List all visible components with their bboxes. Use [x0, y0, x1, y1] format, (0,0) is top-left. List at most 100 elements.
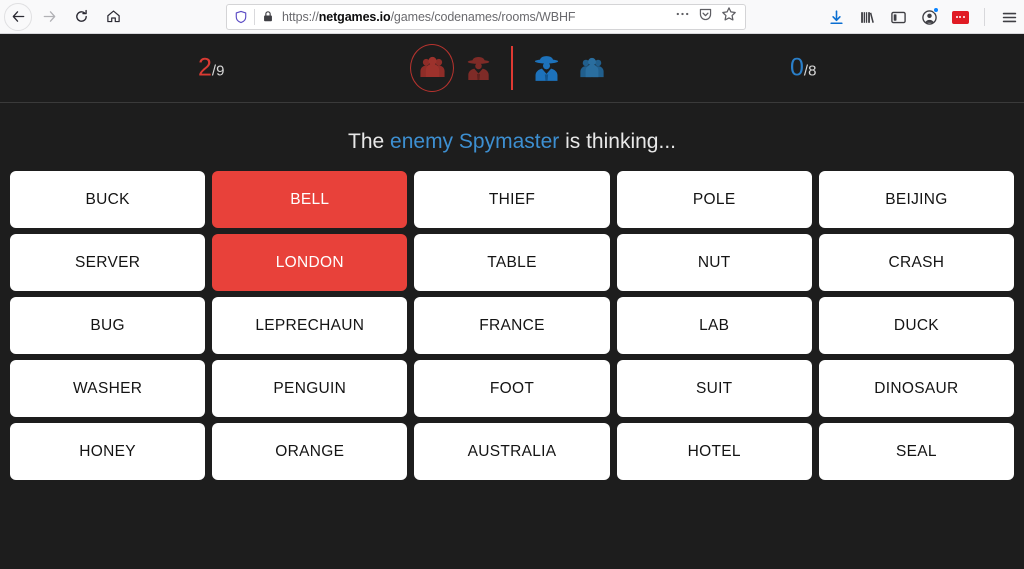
- prompt-suffix: is thinking...: [559, 130, 676, 153]
- extension-dots-icon[interactable]: [951, 8, 969, 26]
- codename-card[interactable]: LAB: [616, 297, 812, 354]
- account-notification-badge: [933, 7, 939, 13]
- codename-card-word: FRANCE: [479, 316, 545, 334]
- codename-card[interactable]: BUG: [10, 297, 206, 354]
- prompt-prefix: The: [348, 130, 391, 153]
- game-status-bar: 2/9 0/8: [0, 34, 1024, 103]
- red-operatives-group-icon: [419, 56, 445, 77]
- codename-card[interactable]: BEIJING: [818, 171, 1014, 228]
- turn-status-message: The enemy Spymaster is thinking...: [0, 130, 1024, 154]
- codename-card[interactable]: TABLE: [414, 234, 610, 291]
- url-protocol: https://: [282, 9, 319, 24]
- browser-toolbar-actions: [827, 0, 1018, 34]
- red-score-value: 2: [198, 53, 212, 82]
- codename-card-word: AUSTRALIA: [467, 442, 557, 460]
- navigation-buttons: [0, 2, 128, 31]
- tracking-protection-shield-icon[interactable]: [233, 9, 248, 24]
- codename-card[interactable]: DINOSAUR: [818, 360, 1014, 417]
- codename-card[interactable]: SERVER: [10, 234, 206, 291]
- hamburger-menu-icon[interactable]: [1000, 8, 1018, 26]
- reload-arrow-icon: [75, 9, 87, 22]
- codename-card-word: DINOSAUR: [874, 379, 959, 397]
- toolbar-divider: [984, 8, 985, 26]
- blue-operatives-role[interactable]: [569, 45, 615, 91]
- codename-card[interactable]: SEAL: [818, 423, 1014, 480]
- address-bar[interactable]: https://netgames.io/games/codenames/room…: [226, 3, 746, 30]
- back-arrow-icon: [12, 11, 24, 22]
- codename-card[interactable]: SUIT: [616, 360, 812, 417]
- codename-card[interactable]: AUSTRALIA: [414, 423, 610, 480]
- codename-card-word: POLE: [692, 190, 736, 208]
- pocket-shield-icon[interactable]: [698, 7, 713, 27]
- ellipsis-icon[interactable]: [675, 7, 690, 26]
- codename-card[interactable]: HOTEL: [616, 423, 812, 480]
- home-button[interactable]: [98, 3, 128, 31]
- codename-card-word: CRASH: [888, 253, 945, 271]
- red-team-score: 2/9: [198, 54, 224, 83]
- codename-card[interactable]: PENGUIN: [212, 360, 408, 417]
- codename-card-word: FOOT: [489, 379, 535, 397]
- turn-role-indicators: [409, 45, 615, 91]
- codename-card[interactable]: FOOT: [414, 360, 610, 417]
- codename-card-word: THIEF: [488, 190, 536, 208]
- blue-spymaster-spy-icon: [534, 55, 558, 81]
- codename-card-word: LAB: [699, 316, 730, 334]
- codename-card-word: BEIJING: [885, 190, 948, 208]
- codename-card-word: HOTEL: [687, 442, 741, 460]
- codename-card-word: ORANGE: [275, 442, 345, 460]
- blue-spymaster-role[interactable]: [523, 45, 569, 91]
- blue-score-total: 8: [808, 62, 817, 80]
- codenames-card-grid: BUCK BELL THIEF POLE BEIJING SERVER LONDON TABL…: [10, 171, 1014, 480]
- codename-card[interactable]: LEPRECHAUN: [212, 297, 408, 354]
- codename-card[interactable]: LONDON: [212, 234, 408, 291]
- codename-card[interactable]: CRASH: [818, 234, 1014, 291]
- codename-card[interactable]: HONEY: [10, 423, 206, 480]
- prompt-highlight: enemy Spymaster: [390, 130, 560, 153]
- codename-card[interactable]: DUCK: [818, 297, 1014, 354]
- codename-card[interactable]: NUT: [616, 234, 812, 291]
- url-text[interactable]: https://netgames.io/games/codenames/room…: [280, 10, 669, 24]
- codename-card-word: WASHER: [72, 379, 143, 397]
- address-bar-divider: [254, 8, 255, 25]
- account-avatar-icon[interactable]: [920, 7, 939, 26]
- red-score-total: 9: [216, 62, 225, 80]
- codename-card-word: BELL: [290, 190, 330, 208]
- red-spymaster-spy-icon: [467, 56, 489, 80]
- blue-operatives-group-icon: [580, 57, 604, 77]
- library-books-icon[interactable]: [858, 8, 876, 26]
- blue-score-value: 0: [790, 53, 804, 82]
- back-button[interactable]: [4, 2, 32, 31]
- sidebar-panel-icon[interactable]: [889, 8, 907, 26]
- red-operatives-role[interactable]: [409, 45, 455, 91]
- codename-card-word: LONDON: [275, 253, 344, 271]
- codename-card-word: SERVER: [74, 253, 141, 271]
- address-bar-actions: [675, 6, 739, 27]
- codename-card-word: BUG: [90, 316, 125, 334]
- forward-arrow-icon: [43, 11, 55, 22]
- reload-button[interactable]: [66, 3, 96, 31]
- codename-card-word: NUT: [697, 253, 731, 271]
- forward-button[interactable]: [34, 3, 64, 31]
- codename-card-word: HONEY: [79, 442, 136, 460]
- codename-card-word: SUIT: [695, 379, 733, 397]
- codename-card-word: TABLE: [487, 253, 537, 271]
- download-arrow-icon[interactable]: [827, 8, 845, 26]
- red-spymaster-role[interactable]: [455, 45, 501, 91]
- codename-card-word: DUCK: [893, 316, 939, 334]
- turn-divider: [511, 46, 513, 90]
- codename-card[interactable]: BUCK: [10, 171, 206, 228]
- url-domain: netgames.io: [318, 9, 391, 24]
- star-bookmark-icon[interactable]: [721, 6, 737, 27]
- padlock-secure-icon[interactable]: [261, 10, 274, 24]
- codename-card[interactable]: BELL: [212, 171, 408, 228]
- codename-card[interactable]: WASHER: [10, 360, 206, 417]
- url-path: /games/codenames/rooms/WBHF: [390, 9, 576, 24]
- codename-card[interactable]: ORANGE: [212, 423, 408, 480]
- codename-card-word: SEAL: [895, 442, 937, 460]
- codename-card-word: LEPRECHAUN: [255, 316, 365, 334]
- codename-card-word: PENGUIN: [273, 379, 347, 397]
- codename-card[interactable]: FRANCE: [414, 297, 610, 354]
- address-bar-container: https://netgames.io/games/codenames/room…: [226, 3, 746, 30]
- codename-card[interactable]: THIEF: [414, 171, 610, 228]
- codename-card[interactable]: POLE: [616, 171, 812, 228]
